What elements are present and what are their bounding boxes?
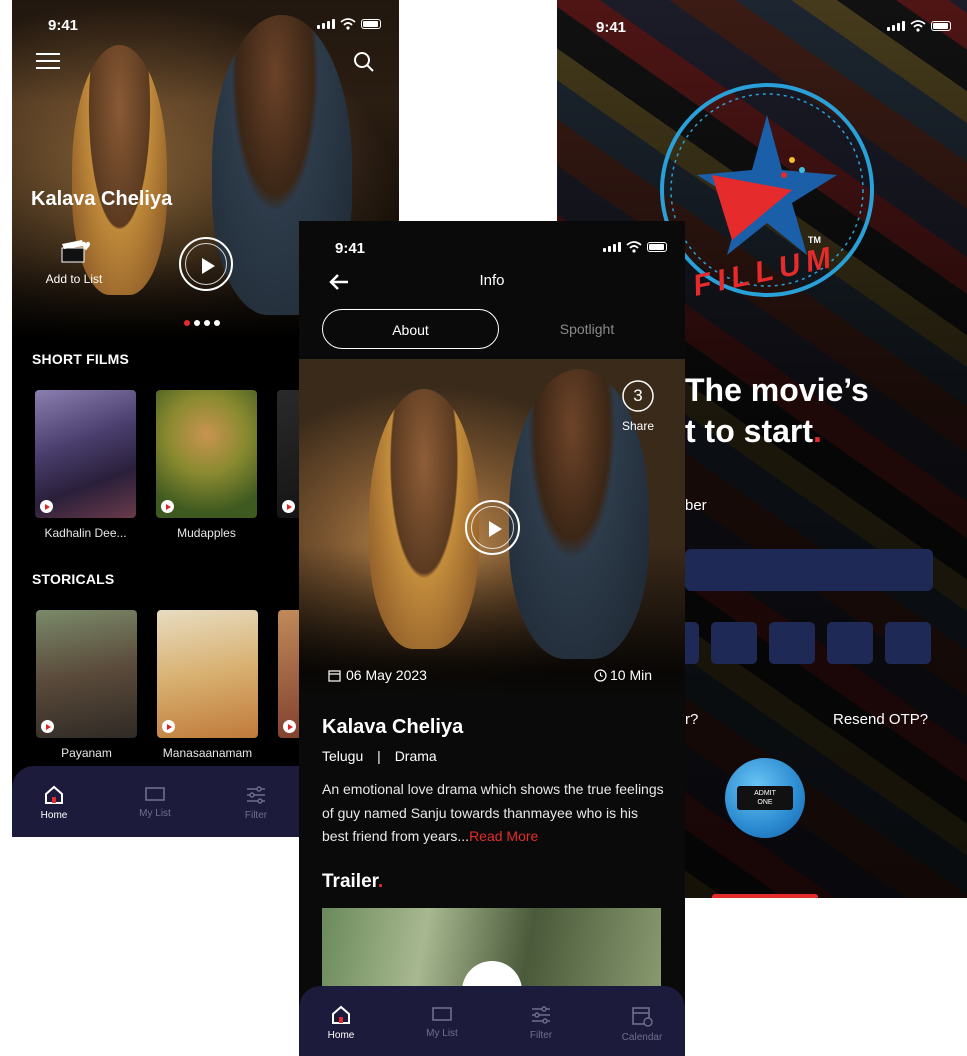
- tab-spotlight[interactable]: Spotlight: [512, 309, 662, 349]
- ticket-text-2: ONE: [757, 799, 773, 806]
- nav-home-label: Home: [40, 810, 68, 821]
- field-label: ber: [685, 497, 707, 514]
- share-count: 3: [633, 386, 643, 405]
- movie-play-button[interactable]: [465, 500, 520, 555]
- hero-play-button[interactable]: [179, 237, 233, 291]
- status-bar: 9:41: [557, 0, 967, 40]
- share-label[interactable]: Share: [613, 419, 663, 433]
- hero-title: Kalava Cheliya: [31, 188, 173, 210]
- poster-title: Payanam: [61, 746, 112, 760]
- add-to-list-icon[interactable]: [60, 238, 92, 264]
- wifi-icon: [340, 18, 356, 30]
- status-time: 9:41: [48, 17, 79, 34]
- movie-meta: Telugu | Drama: [322, 748, 437, 764]
- calendar-nav-icon: [632, 1007, 653, 1027]
- add-to-list-label[interactable]: Add to List: [38, 272, 110, 286]
- clock-icon: [594, 669, 607, 682]
- otp-box[interactable]: [827, 622, 873, 664]
- headline-line2: t to start.: [685, 413, 822, 449]
- headline-line1: The movie’s: [685, 372, 869, 408]
- poster-manasaanamam[interactable]: [157, 610, 258, 738]
- movie-language: Telugu: [322, 748, 364, 764]
- home-icon: [332, 1005, 350, 1024]
- movie-title: Kalava Cheliya: [322, 716, 464, 738]
- poster-mudapples[interactable]: [156, 390, 257, 518]
- poster-title: Mudapples: [177, 526, 236, 540]
- bottom-nav: Home My List Filter Calendar: [299, 986, 685, 1056]
- header-title: Info: [479, 272, 505, 289]
- status-bar: 9:41: [299, 221, 685, 261]
- otp-box[interactable]: [711, 622, 757, 664]
- nav-mylist[interactable]: My List: [419, 1004, 465, 1039]
- poster-payanam[interactable]: [36, 610, 137, 738]
- nav-calendar[interactable]: Calendar: [617, 1004, 667, 1043]
- filter-icon: [247, 786, 265, 804]
- nav-mylist[interactable]: My List: [132, 784, 178, 819]
- otp-box[interactable]: [769, 622, 815, 664]
- status-time: 9:41: [596, 19, 627, 36]
- info-screen: 9:41 Info About Spotlight 3 Share 06 May…: [299, 221, 685, 1056]
- headline-line2-text: t to start: [685, 413, 813, 449]
- change-number-link[interactable]: r?: [685, 711, 698, 728]
- status-time: 9:41: [335, 240, 366, 257]
- status-bar: 9:41: [12, 0, 399, 40]
- admit-one-button[interactable]: ADMIT ONE: [725, 758, 805, 838]
- otp-box[interactable]: [685, 622, 699, 664]
- home-icon: [45, 785, 63, 804]
- poster-title: Kadhalin Dee...: [44, 526, 127, 540]
- movie-genre: Drama: [394, 748, 437, 764]
- otp-box[interactable]: [885, 622, 931, 664]
- signal-icon: [887, 21, 905, 31]
- signal-icon: [317, 19, 335, 29]
- tab-bar: About Spotlight: [322, 309, 662, 349]
- movie-description: An emotional love drama which shows the …: [322, 778, 668, 849]
- filter-icon: [532, 1006, 550, 1024]
- read-more-link[interactable]: Read More: [469, 828, 538, 844]
- nav-filter[interactable]: Filter: [521, 1004, 561, 1041]
- nav-mylist-label: My List: [426, 1028, 458, 1039]
- signal-icon: [603, 242, 621, 252]
- nav-home-label: Home: [327, 1030, 355, 1041]
- resend-otp-link[interactable]: Resend OTP?: [833, 711, 928, 728]
- carousel-indicator[interactable]: [184, 320, 220, 326]
- hero-figure-woman: [369, 389, 479, 649]
- mylist-icon: [145, 787, 165, 801]
- ticket-icon: ADMIT ONE: [737, 786, 793, 810]
- mylist-icon: [432, 1007, 452, 1021]
- ticket-text-1: ADMIT: [754, 790, 776, 797]
- nav-home[interactable]: Home: [321, 1004, 361, 1041]
- poster-title: Manasaanamam: [162, 746, 253, 760]
- meta-separator: |: [377, 748, 381, 764]
- phone-input[interactable]: [685, 549, 933, 591]
- nav-filter-label: Filter: [529, 1030, 553, 1041]
- wifi-icon: [910, 20, 926, 32]
- tab-about[interactable]: About: [322, 309, 499, 349]
- trailer-heading: Trailer.: [322, 871, 384, 892]
- poster-kadhalin[interactable]: [35, 390, 136, 518]
- nav-filter-label: Filter: [244, 810, 268, 821]
- section-title-storicals: STORICALS: [32, 571, 115, 587]
- trailer-title: Trailer: [322, 871, 378, 892]
- menu-icon[interactable]: [36, 52, 60, 70]
- battery-icon: [361, 19, 381, 29]
- nav-mylist-label: My List: [139, 808, 171, 819]
- calendar-icon: [328, 670, 341, 682]
- wifi-icon: [626, 241, 642, 253]
- logo-tm: TM: [808, 235, 821, 245]
- section-title-short-films: SHORT FILMS: [32, 351, 130, 367]
- battery-icon: [931, 21, 951, 31]
- battery-icon: [647, 242, 667, 252]
- nav-filter[interactable]: Filter: [236, 784, 276, 821]
- submit-button[interactable]: [712, 894, 818, 898]
- nav-home[interactable]: Home: [34, 784, 74, 821]
- search-icon[interactable]: [353, 51, 375, 73]
- nav-calendar-label: Calendar: [621, 1032, 663, 1043]
- release-date: 06 May 2023: [346, 667, 427, 683]
- duration: 10 Min: [610, 667, 653, 683]
